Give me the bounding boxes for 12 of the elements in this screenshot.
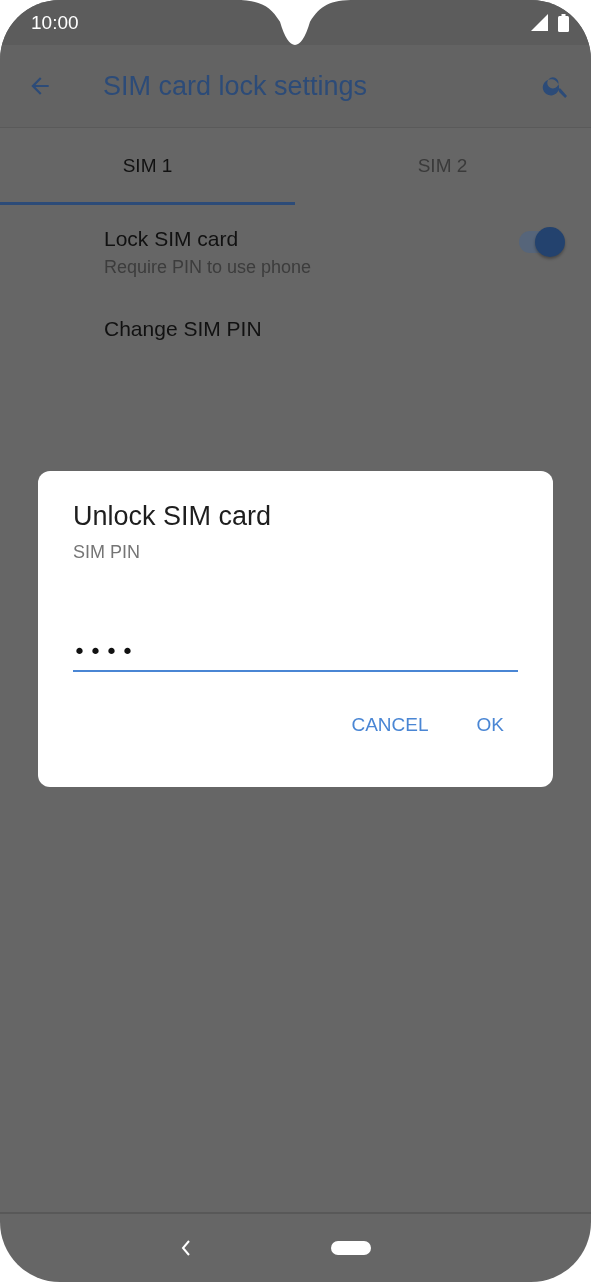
battery-icon: [558, 13, 569, 32]
dialog-title: Unlock SIM card: [73, 501, 273, 532]
dialog-button[interactable]: CANCEL: [337, 710, 443, 740]
clock: 10:00: [31, 11, 79, 34]
setting-title: Change SIM PIN: [104, 317, 263, 341]
sim-tab[interactable]: SIM 1: [0, 128, 295, 205]
setting-title: Lock SIM card: [104, 227, 240, 251]
dialog-button[interactable]: OK: [462, 710, 518, 740]
back-nav-icon[interactable]: [180, 1240, 191, 1256]
home-button[interactable]: [330, 1241, 371, 1255]
signal-icon: [531, 14, 548, 31]
field-label: SIM PIN: [73, 542, 141, 563]
